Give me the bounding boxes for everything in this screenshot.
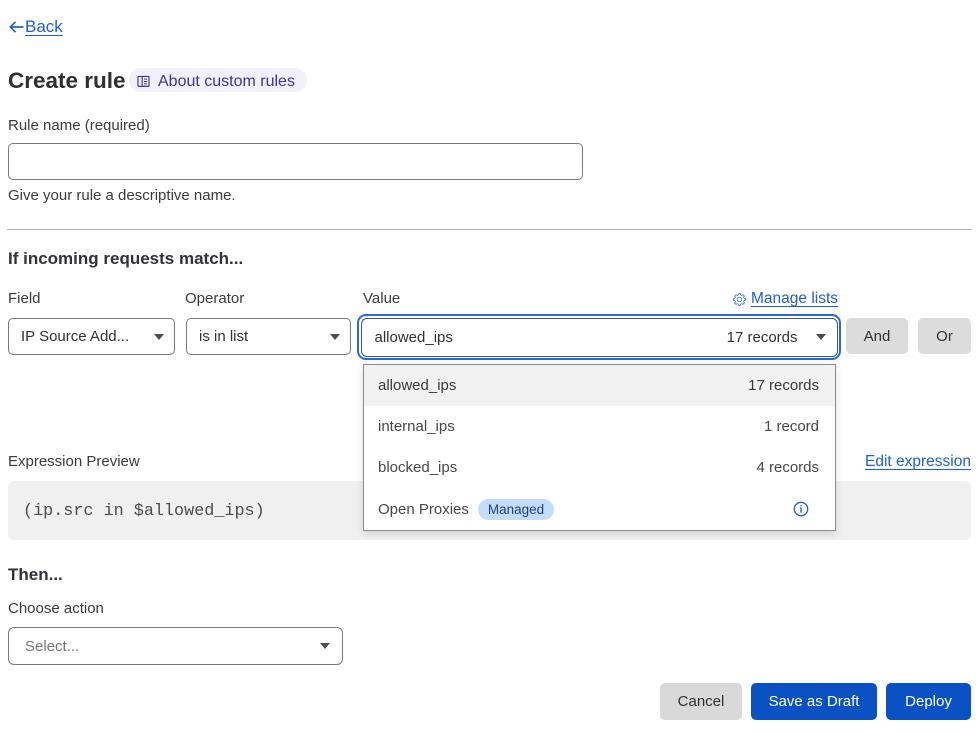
svg-text:i: i [800,505,803,516]
